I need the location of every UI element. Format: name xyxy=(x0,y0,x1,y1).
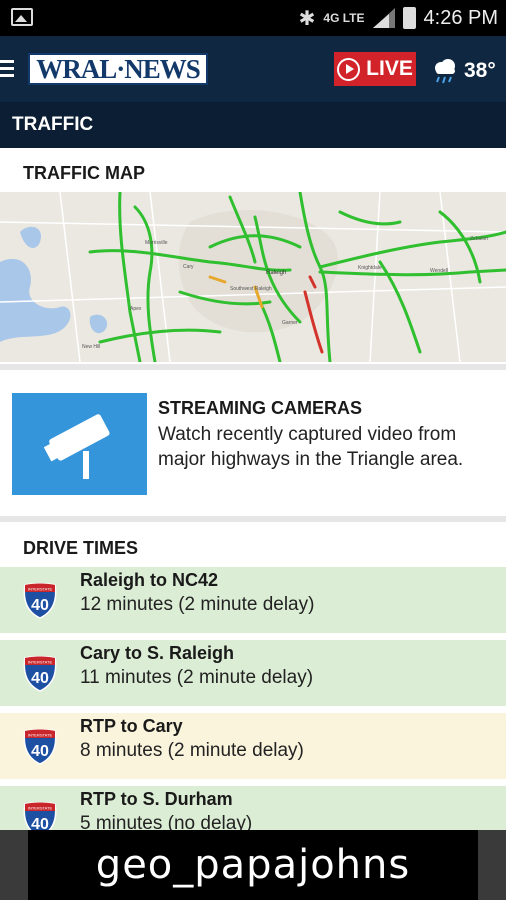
live-button[interactable]: LIVE xyxy=(334,52,416,86)
camera-thumbnail[interactable] xyxy=(12,393,147,495)
shield-number: 40 xyxy=(31,743,49,760)
streaming-cameras-description: Watch recently captured video from major… xyxy=(158,424,464,470)
drive-time: 8 minutes (2 minute delay) xyxy=(80,740,304,761)
signal-icon xyxy=(372,8,395,28)
wral-news-logo[interactable]: WRAL·NEWS xyxy=(28,53,208,85)
map-label-apex: Apex xyxy=(130,306,142,312)
app-header: WRAL·NEWS LIVE 38° xyxy=(0,36,506,102)
bluetooth-icon: ✱ xyxy=(298,7,316,30)
menu-icon[interactable] xyxy=(0,60,14,78)
drive-time: 11 minutes (2 minute delay) xyxy=(80,667,314,688)
map-label-cary: Cary xyxy=(183,264,194,270)
image-notification-icon xyxy=(11,8,33,26)
map-label-morrisville: Morrisville xyxy=(145,240,168,246)
drive-route: Raleigh to NC42 xyxy=(80,570,219,590)
traffic-map[interactable]: Morrisville Cary Raleigh Southwest Ralei… xyxy=(0,192,506,362)
drive-time: 12 minutes (2 minute delay) xyxy=(80,594,315,615)
drive-times-title: DRIVE TIMES xyxy=(23,538,139,558)
shield-top-text: INTERSTATE xyxy=(28,587,53,592)
battery-icon xyxy=(402,7,416,29)
drive-times-card: DRIVE TIMES INTERSTATE 40 Raleigh to NC4… xyxy=(0,522,506,832)
shield-number: 40 xyxy=(31,597,49,614)
status-bar: ✱ 4G LTE 4:26 PM xyxy=(0,0,506,36)
weather-temperature: 38° xyxy=(464,59,496,82)
drive-route: Cary to S. Raleigh xyxy=(80,643,235,663)
rain-cloud-icon xyxy=(435,59,455,84)
shield-top-text: INTERSTATE xyxy=(28,733,53,738)
play-icon xyxy=(337,57,361,81)
ad-text: geo_papajohns xyxy=(95,842,411,888)
map-label-southwest-raleigh: Southwest Raleigh xyxy=(230,286,272,292)
section-header: TRAFFIC xyxy=(0,102,506,148)
network-indicator: 4G LTE xyxy=(323,11,365,25)
interstate-40-shield-icon: INTERSTATE 40 xyxy=(23,583,57,619)
map-label-zebulon: Zebulon xyxy=(470,236,488,242)
interstate-40-shield-icon: INTERSTATE 40 xyxy=(23,729,57,765)
interstate-40-shield-icon: INTERSTATE 40 xyxy=(23,656,57,692)
map-label-garner: Garner xyxy=(282,320,298,326)
weather-widget[interactable]: 38° xyxy=(430,56,496,86)
shield-top-text: INTERSTATE xyxy=(28,806,53,811)
drive-route: RTP to S. Durham xyxy=(80,789,233,809)
shield-number: 40 xyxy=(31,670,49,687)
streaming-cameras-title: STREAMING CAMERAS xyxy=(158,398,363,418)
clock: 4:26 PM xyxy=(423,6,498,29)
ad-content[interactable]: geo_papajohns xyxy=(28,830,478,900)
live-label: LIVE xyxy=(366,57,413,80)
traffic-map-graphic: Morrisville Cary Raleigh Southwest Ralei… xyxy=(0,192,506,362)
logo-text: WRAL·NEWS xyxy=(36,53,201,84)
map-label-new-hill: New Hill xyxy=(82,344,100,350)
shield-top-text: INTERSTATE xyxy=(28,660,53,665)
drive-route: RTP to Cary xyxy=(80,716,183,736)
drive-time-row[interactable]: INTERSTATE 40 RTP to Cary 8 minutes (2 m… xyxy=(0,713,506,779)
interstate-40-shield-icon: INTERSTATE 40 xyxy=(23,802,57,832)
drive-time-row[interactable]: INTERSTATE 40 RTP to S. Durham 5 minutes… xyxy=(0,786,506,832)
drive-time-row[interactable]: INTERSTATE 40 Raleigh to NC42 12 minutes… xyxy=(0,567,506,633)
map-label-raleigh: Raleigh xyxy=(266,270,286,276)
map-label-knightdale: Knightdale xyxy=(358,265,382,271)
ad-banner[interactable]: geo_papajohns xyxy=(0,830,506,900)
traffic-map-card[interactable]: TRAFFIC MAP Morrisville Cary Raleigh Sou… xyxy=(0,148,506,364)
security-camera-icon xyxy=(43,414,110,479)
map-label-wendell: Wendell xyxy=(430,268,448,274)
section-title: TRAFFIC xyxy=(12,114,94,135)
status-icons: ✱ 4G LTE 4:26 PM xyxy=(299,0,498,36)
streaming-cameras-card[interactable]: STREAMING CAMERAS Watch recently capture… xyxy=(0,370,506,516)
drive-time-row[interactable]: INTERSTATE 40 Cary to S. Raleigh 11 minu… xyxy=(0,640,506,706)
traffic-map-title: TRAFFIC MAP xyxy=(23,163,145,183)
